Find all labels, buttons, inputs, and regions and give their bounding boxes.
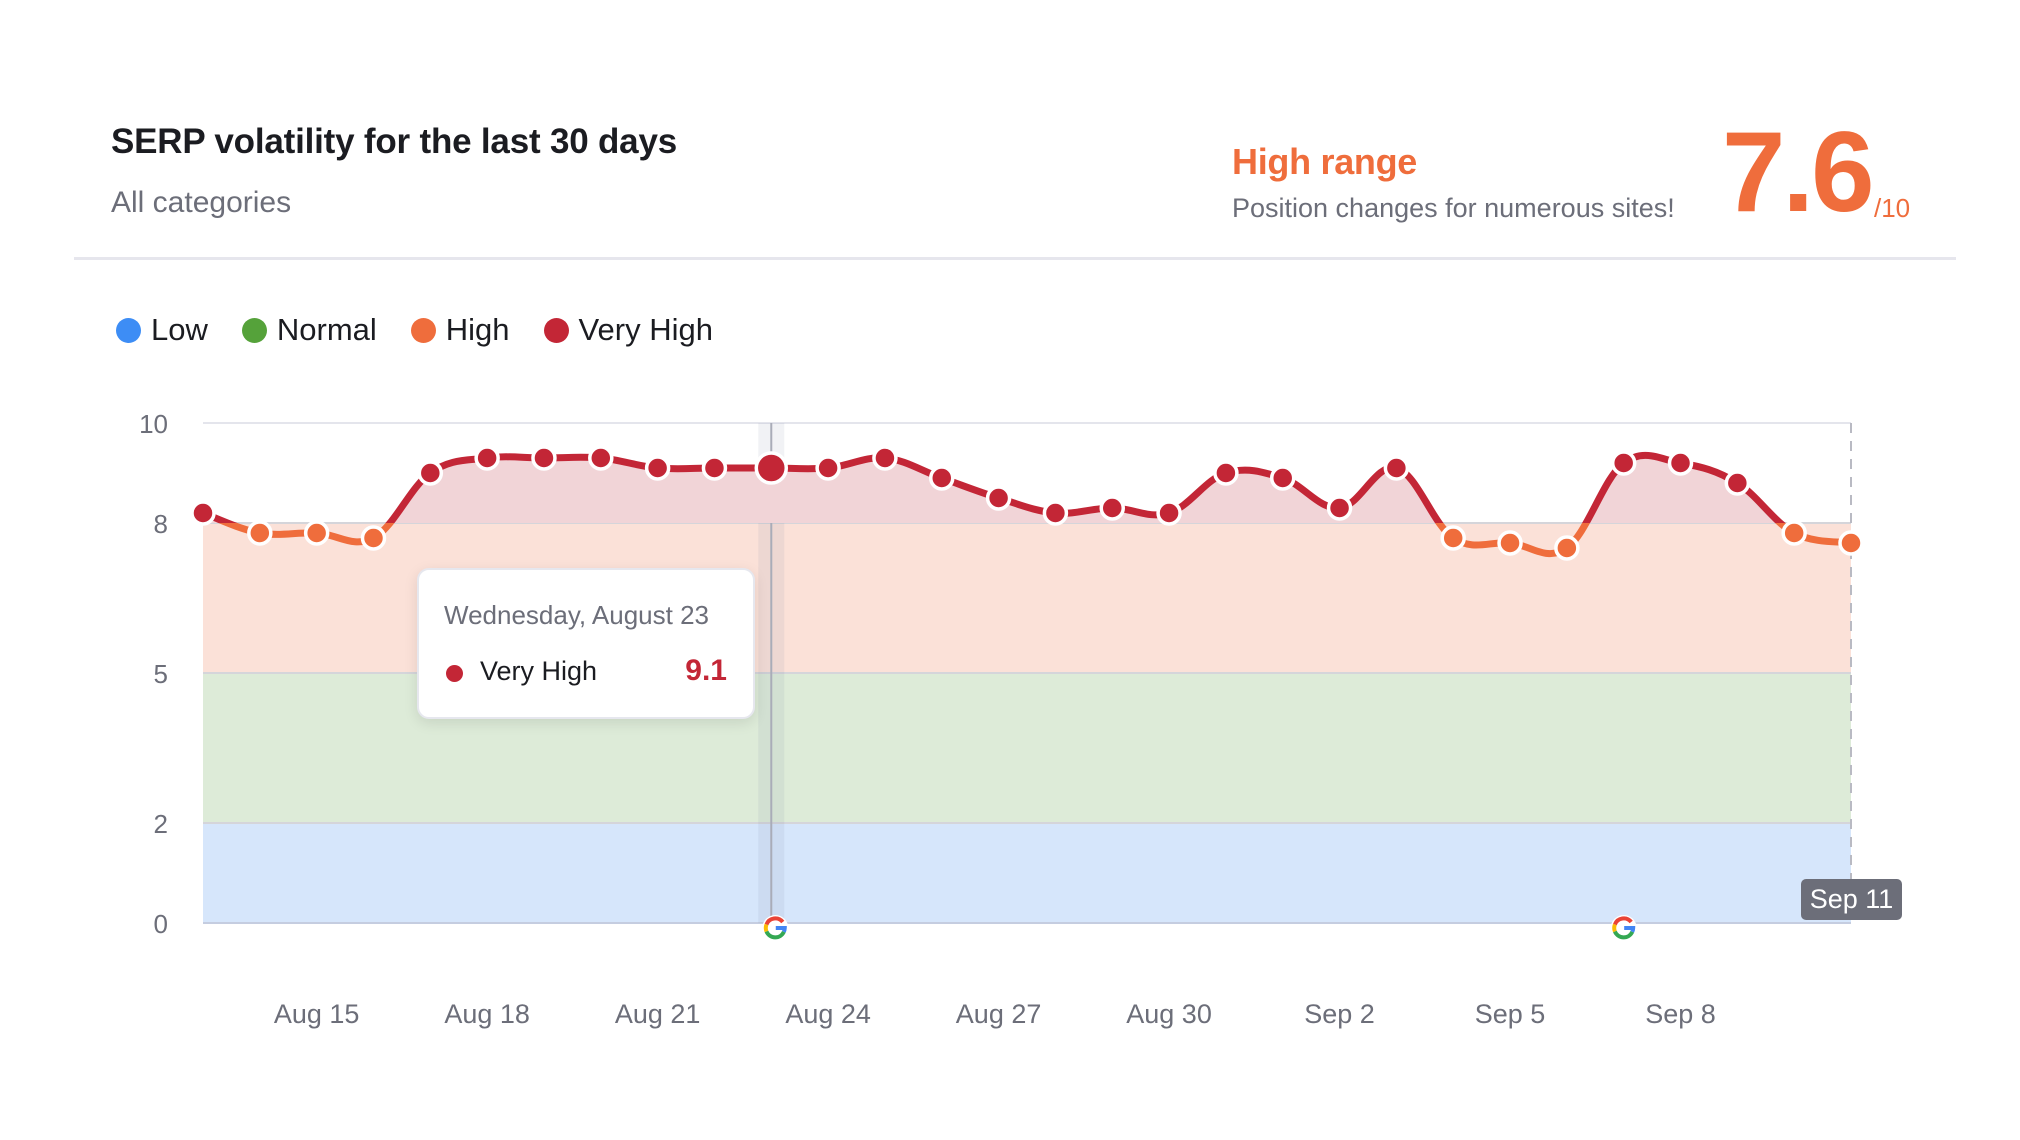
data-point[interactable] <box>1781 520 1807 546</box>
data-point[interactable] <box>474 445 500 471</box>
band-low <box>203 823 1851 923</box>
data-point[interactable] <box>815 455 841 481</box>
data-point[interactable] <box>1156 500 1182 526</box>
data-point[interactable] <box>1042 500 1069 526</box>
data-point[interactable] <box>1497 530 1523 556</box>
data-point[interactable] <box>985 485 1012 511</box>
data-point[interactable] <box>754 451 789 485</box>
x-axis: Aug 15 Aug 18 Aug 21 Aug 24 Aug 27 Aug 30 Sep … <box>274 999 1716 1029</box>
data-point[interactable] <box>1440 525 1466 551</box>
data-point[interactable] <box>1667 450 1694 476</box>
data-point[interactable] <box>1326 495 1353 521</box>
x-tick-label: Sep 2 <box>1304 999 1375 1029</box>
data-point[interactable] <box>190 500 216 526</box>
tooltip-series-label: Very High <box>480 656 598 686</box>
y-axis: 0 2 5 8 10 <box>139 409 168 939</box>
google-update-icon[interactable] <box>1610 915 1637 941</box>
x-tick-label: Sep 8 <box>1645 999 1716 1029</box>
data-point[interactable] <box>1554 535 1580 561</box>
data-point[interactable] <box>1838 530 1864 556</box>
data-point[interactable] <box>1269 465 1296 491</box>
tooltip: Wednesday, August 23 Very High 9.1 <box>417 568 755 719</box>
y-tick-label: 0 <box>154 909 168 939</box>
x-tick-label: Aug 18 <box>444 999 530 1029</box>
tooltip-value: 9.1 <box>685 654 727 687</box>
x-tick-label: Aug 24 <box>785 999 871 1029</box>
tooltip-series-dot-icon <box>446 665 463 682</box>
y-tick-label: 8 <box>154 509 168 539</box>
google-update-icon[interactable] <box>762 915 789 941</box>
data-point[interactable] <box>588 445 614 471</box>
data-point[interactable] <box>929 465 955 491</box>
data-point[interactable] <box>872 445 898 471</box>
data-point[interactable] <box>1383 455 1410 481</box>
data-point[interactable] <box>701 455 728 481</box>
y-tick-label: 2 <box>154 809 168 839</box>
x-tick-label: Aug 21 <box>615 999 701 1029</box>
x-tick-label: Aug 30 <box>1126 999 1212 1029</box>
data-point[interactable] <box>1724 470 1751 496</box>
y-tick-label: 5 <box>154 659 168 689</box>
tooltip-date: Wednesday, August 23 <box>444 600 710 630</box>
data-point[interactable] <box>1099 495 1125 521</box>
data-point[interactable] <box>303 520 330 546</box>
data-point[interactable] <box>644 455 671 481</box>
selected-date-badge[interactable]: Sep 11 <box>1801 879 1902 920</box>
x-tick-label: Aug 15 <box>274 999 360 1029</box>
y-tick-label: 10 <box>139 409 168 439</box>
data-point[interactable] <box>247 520 273 546</box>
x-tick-label: Aug 27 <box>956 999 1042 1029</box>
data-point[interactable] <box>1213 460 1239 486</box>
data-point[interactable] <box>360 525 387 551</box>
x-tick-label: Sep 5 <box>1475 999 1546 1029</box>
volatility-chart[interactable]: 025810 Aug 15 Aug 18 Aug 21 Aug 24 Aug 27 Aug… <box>0 0 2020 1140</box>
data-point[interactable] <box>531 445 557 471</box>
data-point[interactable] <box>1610 450 1637 476</box>
data-point[interactable] <box>417 460 444 486</box>
